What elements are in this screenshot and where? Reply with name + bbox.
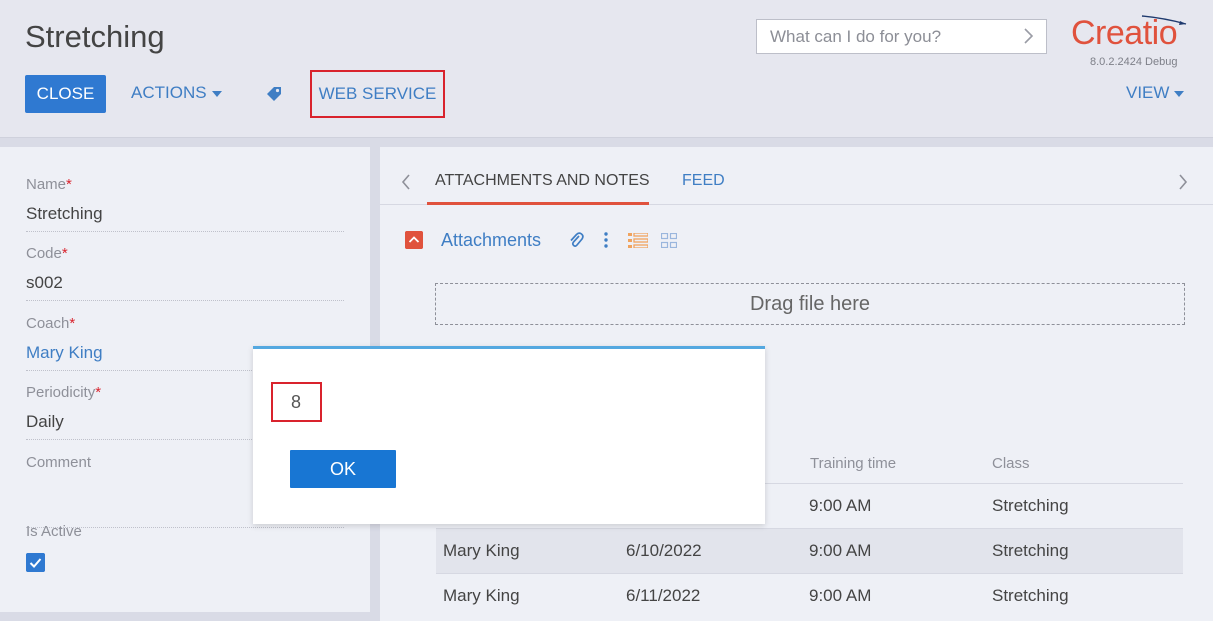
dialog-message: 8 (271, 382, 322, 422)
required-mark: * (61, 245, 68, 262)
is-active-label: Is Active (26, 523, 82, 540)
logo-swoosh-icon (1141, 15, 1187, 25)
chevron-down-icon (1174, 90, 1185, 97)
tab-feed[interactable]: FEED (682, 172, 725, 190)
required-mark: * (66, 176, 72, 193)
view-menu-button[interactable]: VIEW (1126, 83, 1185, 103)
page-title: Stretching (25, 19, 165, 54)
view-label: VIEW (1126, 83, 1170, 102)
required-mark: * (95, 384, 102, 401)
row-time-cell: 9:00 AM (809, 496, 872, 515)
table-row[interactable]: Mary King 6/11/2022 9:00 AM Stretching (436, 573, 1183, 618)
periodicity-label: Periodicity (26, 384, 96, 401)
code-label: Code (26, 245, 62, 262)
collapse-icon[interactable] (405, 231, 423, 249)
is-active-field: Is Active (26, 523, 344, 540)
attachments-section-title[interactable]: Attachments (441, 230, 541, 251)
actions-menu-button[interactable]: ACTIONS (131, 83, 222, 103)
row-class-cell: Stretching (992, 541, 1069, 560)
code-value[interactable]: s002 (26, 273, 344, 301)
chevron-right-icon[interactable] (1177, 174, 1189, 190)
coach-label: Coach (26, 315, 70, 332)
row-date-cell: 6/11/2022 (626, 586, 701, 605)
chevron-right-icon[interactable] (1022, 27, 1034, 45)
column-header-class[interactable]: Class (992, 455, 1030, 472)
required-mark: * (69, 315, 76, 332)
message-dialog: 8 OK (253, 346, 765, 524)
command-line-input[interactable] (757, 20, 1007, 53)
chevron-down-icon (211, 90, 222, 97)
tag-icon[interactable] (265, 85, 283, 103)
row-time-cell: 9:00 AM (809, 586, 872, 605)
chevron-left-icon[interactable] (400, 174, 412, 190)
more-options-icon[interactable] (603, 231, 609, 249)
name-field[interactable]: Name* Stretching (26, 176, 344, 232)
tab-attachments-and-notes[interactable]: ATTACHMENTS AND NOTES (435, 172, 650, 190)
file-dropzone[interactable]: Drag file here (435, 283, 1185, 325)
row-coach-cell: Mary King (443, 541, 520, 560)
ok-button[interactable]: OK (290, 450, 396, 488)
row-class-cell: Stretching (992, 586, 1069, 605)
row-time-cell: 9:00 AM (809, 541, 872, 560)
actions-label: ACTIONS (131, 83, 207, 102)
name-label: Name (26, 176, 67, 193)
version-label: 8.0.2.2424 Debug (1090, 56, 1178, 68)
list-view-icon[interactable] (628, 233, 648, 248)
row-date-cell: 6/10/2022 (626, 541, 702, 560)
table-row[interactable]: Mary King 6/10/2022 9:00 AM Stretching (436, 528, 1183, 573)
is-active-checkbox[interactable] (26, 553, 45, 572)
page-header: Stretching CLOSE ACTIONS WEB SERVICE Cre… (0, 0, 1213, 138)
web-service-button[interactable]: WEB SERVICE (310, 70, 445, 118)
name-value[interactable]: Stretching (26, 204, 344, 232)
column-header-training-time[interactable]: Training time (810, 455, 896, 472)
row-class-cell: Stretching (992, 496, 1069, 515)
tabs-bar: ATTACHMENTS AND NOTES FEED (380, 147, 1213, 205)
command-line[interactable] (756, 19, 1047, 54)
code-field[interactable]: Code* s002 (26, 245, 344, 301)
active-tab-indicator (427, 202, 649, 205)
paperclip-icon[interactable] (568, 231, 584, 249)
row-coach-cell: Mary King (443, 586, 520, 605)
close-button[interactable]: CLOSE (25, 75, 106, 113)
tile-view-icon[interactable] (661, 233, 677, 248)
